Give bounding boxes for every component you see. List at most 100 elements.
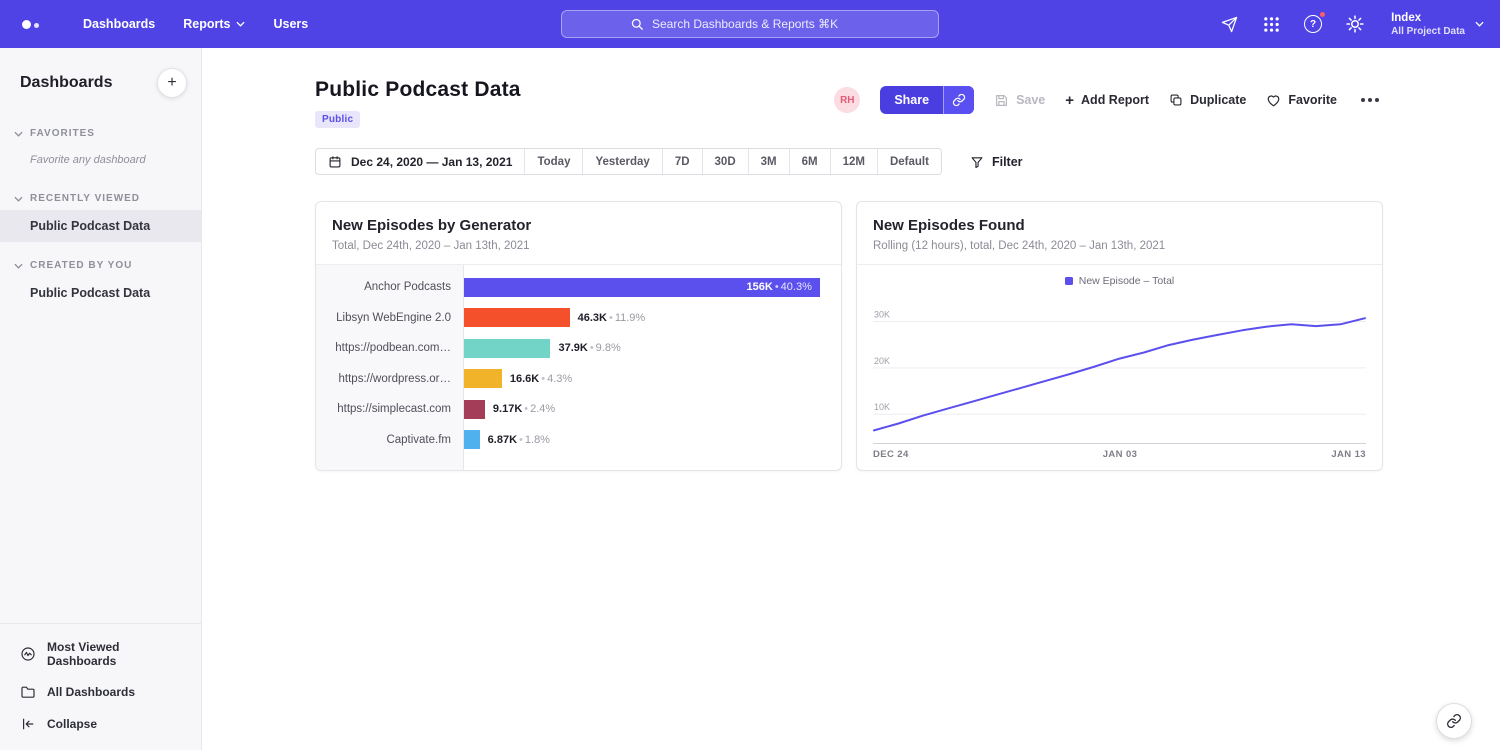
filter-funnel-icon [970, 155, 984, 169]
bar-value-label: 6.87K•1.8% [488, 434, 550, 446]
bar[interactable] [464, 308, 570, 327]
chevron-down-icon [14, 263, 23, 269]
share-link-icon[interactable] [943, 86, 974, 114]
sidebar-section-created: CREATED BY YOU Public Podcast Data [0, 254, 201, 309]
preset-today[interactable]: Today [524, 149, 582, 174]
project-selector[interactable]: Index All Project Data [1391, 11, 1484, 37]
send-icon[interactable] [1219, 14, 1239, 34]
sidebar: Dashboards + FAVORITES Favorite any dash… [0, 48, 202, 750]
sidebar-item-public-podcast-data[interactable]: Public Podcast Data [0, 277, 201, 309]
footer-item-label: Most Viewed Dashboards [47, 640, 181, 668]
section-header-recent[interactable]: RECENTLY VIEWED [0, 187, 201, 210]
x-tick: JAN 03 [1103, 449, 1138, 460]
main-area: Public Podcast Data Public RH Share Save [202, 48, 1500, 750]
duplicate-label: Duplicate [1190, 93, 1246, 107]
section-label: RECENTLY VIEWED [30, 193, 140, 204]
card-new-episodes-by-generator: New Episodes by Generator Total, Dec 24t… [315, 201, 842, 471]
preset-30d[interactable]: 30D [702, 149, 748, 174]
add-report-button[interactable]: + Add Report [1065, 93, 1149, 108]
favorite-button[interactable]: Favorite [1266, 93, 1337, 108]
folder-icon [20, 684, 36, 700]
date-range-picker[interactable]: Dec 24, 2020 — Jan 13, 2021 [316, 149, 524, 174]
chevron-down-icon [1475, 21, 1484, 27]
top-nav: Dashboards Reports Users ? Index [0, 0, 1500, 48]
public-badge: Public [315, 111, 360, 128]
preset-12m[interactable]: 12M [830, 149, 877, 174]
help-glyph: ? [1310, 19, 1316, 30]
sidebar-item-public-podcast-data[interactable]: Public Podcast Data [0, 210, 201, 242]
add-dashboard-button[interactable]: + [157, 68, 187, 98]
preset-7d[interactable]: 7D [662, 149, 702, 174]
bar-row: https://podbean.com…37.9K•9.8% [316, 333, 829, 364]
bar-value-label: 16.6K•4.3% [510, 373, 572, 385]
bar[interactable] [464, 400, 485, 419]
nav-item-dashboards[interactable]: Dashboards [69, 11, 169, 37]
section-header-created[interactable]: CREATED BY YOU [0, 254, 201, 277]
nav-item-users[interactable]: Users [259, 11, 322, 37]
settings-gear-icon[interactable] [1345, 14, 1365, 34]
preset-default[interactable]: Default [877, 149, 941, 174]
most-viewed-dashboards-button[interactable]: Most Viewed Dashboards [0, 632, 201, 676]
link-icon [1446, 713, 1462, 729]
bar[interactable]: 156K•40.3% [464, 278, 820, 297]
line-series [874, 318, 1365, 430]
duplicate-button[interactable]: Duplicate [1169, 93, 1246, 107]
date-presets: TodayYesterday7D30D3M6M12MDefault [524, 149, 941, 174]
preset-yesterday[interactable]: Yesterday [582, 149, 661, 174]
help-icon[interactable]: ? [1303, 14, 1323, 34]
bar[interactable] [464, 369, 502, 388]
search-input[interactable] [652, 17, 870, 31]
bar-category-label: Captivate.fm [316, 434, 464, 446]
bar-row: https://wordpress.or…16.6K•4.3% [316, 364, 829, 395]
nav-item-label: Reports [183, 17, 230, 31]
filter-button[interactable]: Filter [970, 155, 1023, 169]
sidebar-section-favorites: FAVORITES Favorite any dashboard [0, 122, 201, 175]
y-tick: 10K [874, 402, 890, 412]
legend-item[interactable]: New Episode – Total [873, 275, 1366, 287]
card-title: New Episodes by Generator [332, 217, 825, 234]
filter-label: Filter [992, 155, 1023, 169]
plus-icon: + [1065, 93, 1074, 108]
card-new-episodes-found: New Episodes Found Rolling (12 hours), t… [856, 201, 1383, 471]
apps-grid-icon[interactable] [1261, 14, 1281, 34]
collapse-sidebar-button[interactable]: Collapse [0, 708, 201, 740]
notification-dot [1319, 11, 1326, 18]
share-label: Share [880, 86, 943, 114]
chevron-down-icon [14, 131, 23, 137]
bar-category-label: https://simplecast.com [316, 403, 464, 415]
bar-value-label: 46.3K•11.9% [578, 312, 646, 324]
bar[interactable] [464, 430, 480, 449]
preset-3m[interactable]: 3M [748, 149, 789, 174]
collapse-icon [20, 716, 36, 732]
save-label: Save [1016, 93, 1045, 107]
more-options-icon[interactable] [1357, 94, 1383, 106]
bar[interactable] [464, 339, 550, 358]
sidebar-title: Dashboards [20, 74, 112, 92]
line-chart-svg[interactable]: 10K20K30K [873, 294, 1366, 444]
project-scope: All Project Data [1391, 26, 1465, 37]
footer-item-label: All Dashboards [47, 685, 135, 699]
share-button[interactable]: Share [880, 86, 974, 114]
global-search[interactable] [561, 10, 939, 38]
chevron-down-icon [14, 196, 23, 202]
section-header-favorites[interactable]: FAVORITES [0, 122, 201, 145]
heart-icon [1266, 93, 1281, 108]
copy-link-floating-button[interactable] [1436, 703, 1472, 739]
bar-row: Captivate.fm 6.87K•1.8% [316, 425, 829, 456]
search-icon [630, 17, 644, 31]
date-segmented-control: Dec 24, 2020 — Jan 13, 2021 TodayYesterd… [315, 148, 942, 175]
footer-item-label: Collapse [47, 717, 97, 731]
plus-icon: + [167, 74, 176, 92]
line-chart-body: New Episode – Total 10K20K30K DEC 24 JAN… [857, 265, 1382, 470]
all-dashboards-button[interactable]: All Dashboards [0, 676, 201, 708]
bar-row: Anchor Podcasts156K•40.3% [316, 272, 829, 303]
nav-item-reports[interactable]: Reports [169, 11, 259, 37]
project-name: Index [1391, 11, 1465, 26]
app-logo-icon[interactable] [22, 20, 39, 29]
date-controls: Dec 24, 2020 — Jan 13, 2021 TodayYesterd… [315, 148, 1383, 175]
bar-value-label: 9.17K•2.4% [493, 403, 555, 415]
save-button[interactable]: Save [994, 93, 1045, 108]
copy-icon [1169, 93, 1183, 107]
preset-6m[interactable]: 6M [789, 149, 830, 174]
bar-row: Libsyn WebEngine 2.046.3K•11.9% [316, 303, 829, 334]
